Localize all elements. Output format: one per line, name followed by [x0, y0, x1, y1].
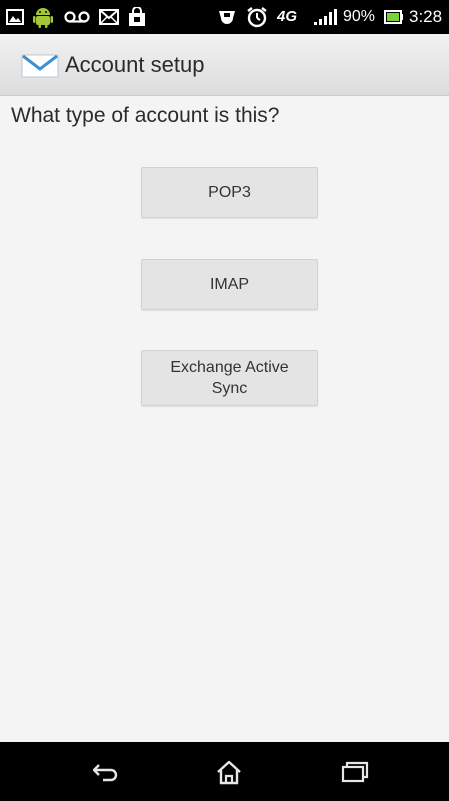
- signal-icon: [310, 0, 342, 34]
- back-icon[interactable]: [56, 742, 156, 801]
- exchange-active-sync-button[interactable]: Exchange Active Sync: [141, 350, 318, 406]
- pop3-button[interactable]: POP3: [141, 167, 318, 218]
- network-4g-label: 4G: [277, 8, 298, 25]
- page-title: Account setup: [65, 52, 205, 77]
- battery-icon: [382, 0, 406, 34]
- battery-percent: 90%: [343, 8, 376, 25]
- vibrate-icon: [214, 0, 240, 34]
- android-icon: [30, 0, 56, 34]
- navigation-bar: [0, 742, 449, 801]
- clock: 3:28: [409, 7, 443, 26]
- voicemail-icon: [60, 0, 94, 34]
- action-bar: Account setup: [0, 34, 449, 96]
- shopping-bag-icon: [124, 0, 150, 34]
- email-icon: [96, 0, 122, 34]
- imap-button[interactable]: IMAP: [141, 259, 318, 310]
- alarm-icon: [244, 0, 270, 34]
- account-type-prompt: What type of account is this?: [11, 104, 280, 127]
- recent-apps-icon[interactable]: [305, 742, 405, 801]
- gallery-icon: [4, 0, 26, 34]
- home-icon[interactable]: [179, 742, 279, 801]
- mail-envelope-icon: [21, 52, 59, 80]
- status-bar: 4G 90% 3:28: [0, 0, 449, 34]
- phone-screen: 4G 90% 3:28 Account setup What type of a…: [0, 0, 449, 801]
